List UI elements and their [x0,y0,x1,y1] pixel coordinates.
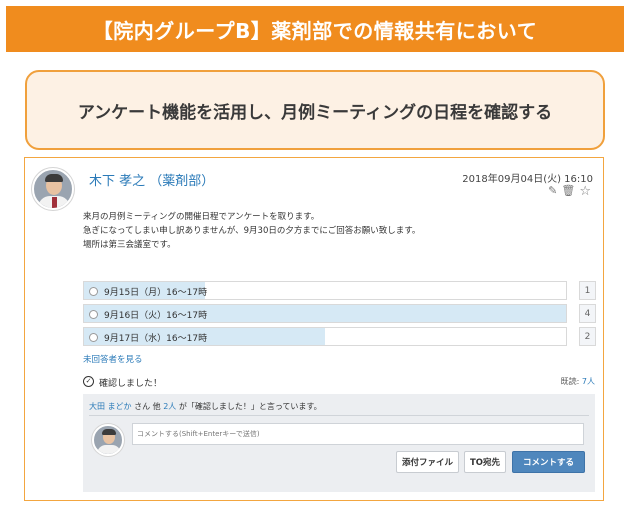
read-count[interactable]: 既読: 7人 [561,376,595,387]
poll-option[interactable]: 9月17日（水）16～17時 2 [83,327,596,346]
page-banner: 【院内グループB】薬剤部での情報共有において [6,6,624,52]
commenter-avatar [92,424,124,456]
radio-icon[interactable] [89,310,98,319]
poll-option-count[interactable]: 1 [579,281,596,300]
poll-option-bar[interactable]: 9月16日（火）16～17時 [83,304,567,323]
liked-by-mid: さん 他 [131,402,164,411]
unanswered-link[interactable]: 未回答者を見る [83,353,143,365]
trash-icon[interactable]: 🗑 [561,185,575,198]
radio-icon[interactable] [89,287,98,296]
star-icon[interactable]: ☆ [579,185,591,198]
post-tools: ✎ 🗑 ☆ [548,185,591,198]
poll-option-count[interactable]: 4 [579,304,596,323]
submit-comment-button[interactable]: コメントする [512,451,585,473]
read-count-number[interactable]: 7人 [582,377,595,386]
liked-by-count[interactable]: 2人 [163,402,176,411]
poll-option-bar[interactable]: 9月15日（月）16～17時 [83,281,567,300]
confirm-label[interactable]: 確認しました！ [99,376,162,389]
poll-option-count[interactable]: 2 [579,327,596,346]
author-name[interactable]: 木下 孝之 （薬剤部） [89,170,214,189]
liked-by-name[interactable]: 大田 まどか [89,402,132,411]
poll-option[interactable]: 9月16日（火）16～17時 4 [83,304,596,323]
liked-by-text: 大田 まどか さん 他 2人 が「確認しました！」と言っています。 [89,401,322,412]
check-circle-icon[interactable]: ✓ [83,376,94,387]
post-body-line: 急ぎになってしまい申し訳ありませんが、9月30日の夕方までにご回答お願い致します… [83,226,421,236]
confirm-row: ✓ 確認しました！ 既読: 7人 [83,376,595,390]
poll-option-label: 9月17日（水）16～17時 [104,334,208,344]
poll-option-label: 9月15日（月）16～17時 [104,288,208,298]
read-prefix: 既読: [560,377,580,386]
post-card: 木下 孝之 （薬剤部） 2018年09月04日(火) 16:10 ✎ 🗑 ☆ 来… [24,157,604,501]
poll-option-bar[interactable]: 9月17日（水）16～17時 [83,327,567,346]
author-avatar[interactable] [32,168,74,210]
subtitle-text: アンケート機能を活用し、月例ミーティングの日程を確認する [77,102,553,123]
edit-icon[interactable]: ✎ [548,185,557,198]
comment-input[interactable] [132,423,584,445]
post-body: 来月の月例ミーティングの開催日程でアンケートを取ります。 急ぎになってしまい申し… [83,210,420,252]
poll-option-label: 9月16日（火）16～17時 [104,311,208,321]
post-body-line: 来月の月例ミーティングの開催日程でアンケートを取ります。 [83,212,320,222]
liked-by-suffix: が「確認しました！」と言っています。 [176,402,322,411]
post-timestamp: 2018年09月04日(火) 16:10 [462,174,593,185]
banner-title: 【院内グループB】薬剤部での情報共有において [92,18,538,43]
poll: 9月15日（月）16～17時 1 9月16日（火）16～17時 4 9月17日（… [83,281,596,350]
divider [89,415,589,416]
poll-option[interactable]: 9月15日（月）16～17時 1 [83,281,596,300]
to-recipient-button[interactable]: TO宛先 [464,451,506,473]
subtitle-box: アンケート機能を活用し、月例ミーティングの日程を確認する [25,70,605,150]
radio-icon[interactable] [89,333,98,342]
post-body-line: 場所は第三会議室です。 [83,240,176,250]
attach-file-button[interactable]: 添付ファイル [396,451,459,473]
comment-area: 大田 まどか さん 他 2人 が「確認しました！」と言っています。 添付ファイル… [83,394,595,492]
